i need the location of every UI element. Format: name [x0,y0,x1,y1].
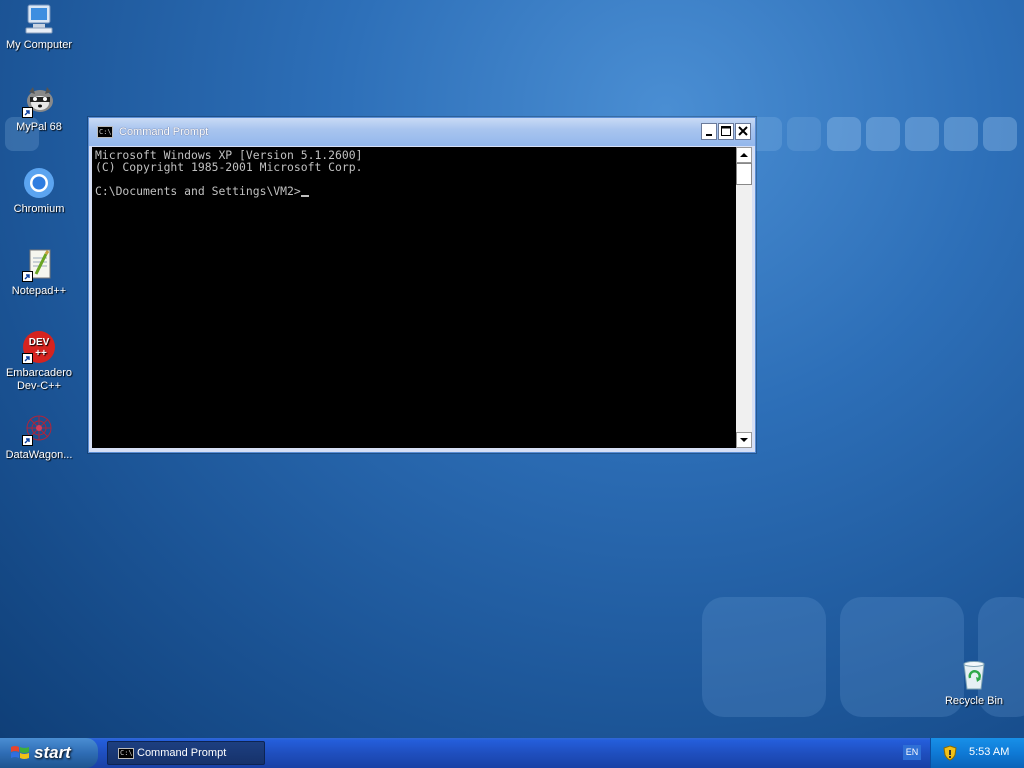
notepadpp-icon [22,248,56,282]
cmd-taskbar-icon: C:\ [118,748,134,759]
desktop-icon-label: My Computer [5,39,73,51]
shortcut-arrow-icon [22,271,33,282]
decorative-tile [944,117,978,151]
decorative-tile [827,117,861,151]
arrow-down-icon [740,438,748,442]
desktop-icon-datawagon[interactable]: DataWagon... [0,412,78,462]
close-button[interactable] [735,123,751,140]
close-icon [738,126,748,136]
maximize-icon [721,126,731,136]
devcpp-badge-line2: ++ [35,348,47,359]
desktop-icon-recycle-bin[interactable]: Recycle Bin [935,658,1013,708]
desktop-icon-label: Recycle Bin [944,695,1004,707]
language-indicator[interactable]: EN [903,745,921,760]
desktop-icon-my-computer[interactable]: My Computer [0,2,78,52]
decorative-tile [983,117,1017,151]
console-prompt: C:\Documents and Settings\VM2> [95,184,301,198]
shortcut-arrow-icon [22,353,33,364]
taskbar-button-command-prompt[interactable]: C:\ Command Prompt [107,741,265,765]
desktop-icon-label: DataWagon... [5,449,73,461]
scroll-down-button[interactable] [736,432,752,448]
desktop-icon-label: Embarcadero Dev-C++ [5,367,73,392]
security-shield-icon[interactable] [943,745,957,766]
taskbar-button-label: Command Prompt [137,747,227,759]
text-cursor [300,195,309,197]
datawagon-icon [22,412,56,446]
window-titlebar[interactable]: C:\ Command Prompt [89,118,755,146]
desktop-icon-label: Chromium [13,203,65,215]
cmd-window-icon: C:\ [97,126,113,138]
decorative-tile [866,117,900,151]
minimize-button[interactable] [701,123,717,140]
raccoon-icon [22,84,56,118]
maximize-button[interactable] [718,123,734,140]
shortcut-arrow-icon [22,435,33,446]
start-button[interactable]: start [0,738,98,768]
minimize-icon [706,134,712,136]
computer-icon [22,2,56,36]
devcpp-badge-line1: DEV [29,337,50,348]
console-line: (C) Copyright 1985-2001 Microsoft Corp. [95,160,363,174]
taskbar: start C:\ Command Prompt [0,738,1024,768]
desktop-icon-label: Notepad++ [11,285,67,297]
command-prompt-window[interactable]: C:\ Command Prompt Microsoft Windows XP … [88,117,756,453]
vertical-scrollbar[interactable] [736,147,752,448]
desktop-icon-notepadpp[interactable]: Notepad++ [0,248,78,298]
decorative-tile [702,597,826,717]
shortcut-arrow-icon [22,107,33,118]
arrow-up-icon [740,153,748,157]
console-prompt-line: C:\Documents and Settings\VM2> [95,185,736,197]
scroll-thumb[interactable] [736,163,752,185]
scroll-up-button[interactable] [736,147,752,163]
windows-logo-icon [10,744,30,767]
clock[interactable]: 5:53 AM [969,746,1009,758]
desktop-icon-label: MyPal 68 [16,121,62,133]
desktop: My Computer MyPal 68 Chromium Notepad++ … [0,0,1024,738]
chromium-icon [22,166,56,200]
desktop-icon-chromium[interactable]: Chromium [0,166,78,216]
window-title: Command Prompt [119,126,209,138]
desktop-icon-mypal[interactable]: MyPal 68 [0,84,78,134]
system-tray: 5:53 AM [930,738,1024,768]
decorative-tile [905,117,939,151]
recycle-bin-icon [957,658,991,692]
decorative-tile [787,117,821,151]
start-label: start [34,743,71,762]
console-output[interactable]: Microsoft Windows XP [Version 5.1.2600](… [92,147,736,448]
devcpp-icon: DEV ++ [22,330,56,364]
desktop-icon-devcpp[interactable]: DEV ++ Embarcadero Dev-C++ [0,330,78,393]
